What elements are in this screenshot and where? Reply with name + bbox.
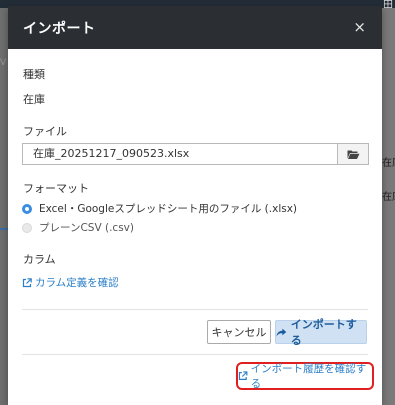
import-history-link[interactable]: インポート履歴を確認する <box>236 362 374 390</box>
background-cell: 在庫 <box>382 192 395 203</box>
background-divider <box>0 228 8 230</box>
column-definition-link-label[interactable]: カラム定義を確認 <box>35 275 119 290</box>
format-option-csv[interactable]: プレーンCSV (.csv) <box>22 220 134 235</box>
share-icon <box>276 328 287 336</box>
import-history-link-label[interactable]: インポート履歴を確認する <box>251 361 372 391</box>
modal-header: インポート × <box>8 6 382 49</box>
file-label: ファイル <box>23 125 67 138</box>
modal-title: インポート <box>23 20 96 37</box>
import-button-label: インポートする <box>290 318 357 347</box>
external-link-icon <box>238 371 248 380</box>
folder-open-icon[interactable] <box>337 144 368 164</box>
format-option-label: プレーンCSV (.csv) <box>39 222 134 234</box>
column-definition-link[interactable]: カラム定義を確認 <box>22 275 119 290</box>
history-divider <box>22 354 368 355</box>
type-label: 種類 <box>23 68 45 81</box>
cancel-button[interactable]: キャンセル <box>207 320 271 344</box>
file-input[interactable]: 在庫_20251217_090523.xlsx <box>22 143 369 165</box>
file-name[interactable]: 在庫_20251217_090523.xlsx <box>23 144 337 164</box>
format-option-label: Excel・Googleスプレッドシート用のファイル (.xlsx) <box>39 203 298 215</box>
format-label: フォーマット <box>23 182 89 195</box>
background-table-edge: 在庫 在庫 <box>382 8 395 405</box>
footer-divider <box>22 309 368 310</box>
radio-csv[interactable] <box>22 222 32 233</box>
background-fragment: V <box>0 58 7 68</box>
external-link-icon <box>22 277 32 287</box>
type-value: 在庫 <box>23 93 45 106</box>
close-icon[interactable]: × <box>353 20 366 35</box>
columns-label: カラム <box>23 253 56 266</box>
background-cell: 在庫 <box>382 158 395 169</box>
radio-xlsx[interactable] <box>22 203 32 214</box>
import-modal: インポート × 種類 在庫 ファイル 在庫_20251217_090523.xl… <box>8 6 382 405</box>
format-option-xlsx[interactable]: Excel・Googleスプレッドシート用のファイル (.xlsx) <box>22 201 297 216</box>
import-button[interactable]: インポートする <box>275 318 367 347</box>
